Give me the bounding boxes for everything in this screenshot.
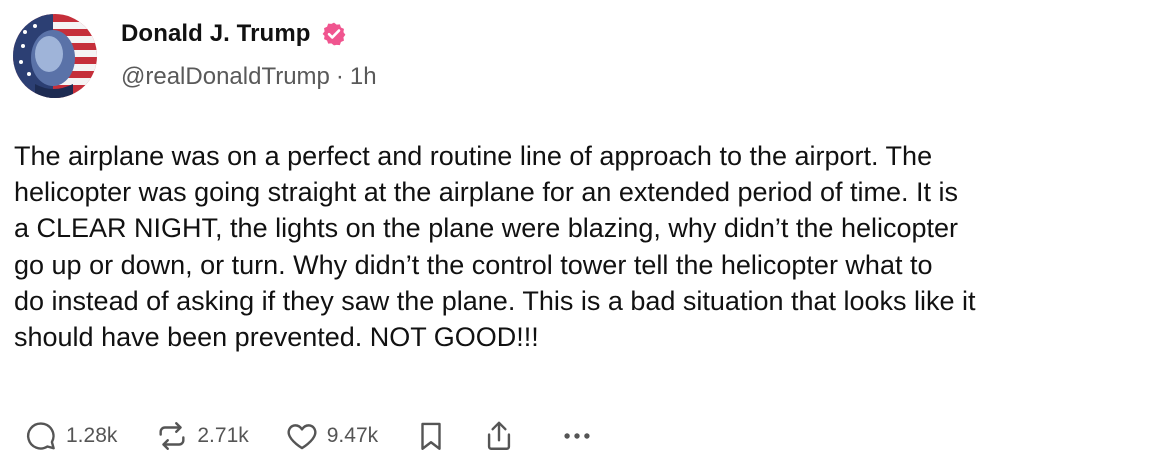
retruth-button[interactable]: 2.71k xyxy=(155,419,249,453)
meta-row: @realDonaldTrump · 1h xyxy=(121,63,377,91)
handle[interactable]: @realDonaldTrump xyxy=(121,63,330,91)
timestamp[interactable]: 1h xyxy=(350,63,377,91)
retruth-count: 2.71k xyxy=(197,424,249,447)
post-line: do instead of asking if they saw the pla… xyxy=(14,285,976,316)
meta-separator: · xyxy=(335,63,344,90)
display-name[interactable]: Donald J. Trump xyxy=(121,20,311,48)
retruth-icon xyxy=(159,422,185,450)
avatar[interactable] xyxy=(13,14,97,98)
post-line: The airplane was on a perfect and routin… xyxy=(14,141,933,171)
bookmark-button[interactable] xyxy=(416,419,446,453)
post-line: helicopter was going straight at the air… xyxy=(14,177,959,208)
bookmark-icon xyxy=(421,422,441,450)
share-button[interactable] xyxy=(482,419,516,453)
heart-icon xyxy=(287,424,317,450)
post-card: Donald J. Trump @realDonaldTrump · 1h Th… xyxy=(0,0,1167,476)
display-name-row: Donald J. Trump xyxy=(121,16,347,52)
avatar-image xyxy=(13,14,97,98)
post-line: go up or down, or turn. Why didn’t the c… xyxy=(14,249,933,280)
more-options-button[interactable] xyxy=(560,419,594,453)
like-count: 9.47k xyxy=(326,424,379,447)
post-line: a CLEAR NIGHT, the lights on the plane w… xyxy=(14,213,959,244)
share-icon xyxy=(488,421,511,450)
post-line: should have been prevented. NOT GOOD!!! xyxy=(14,322,539,353)
reply-button[interactable]: 1.28k xyxy=(24,419,117,453)
reply-count: 1.28k xyxy=(66,424,118,447)
like-button[interactable]: 9.47k xyxy=(285,419,378,453)
post-body: The airplane was on a perfect and routin… xyxy=(14,138,1159,355)
action-bar: 1.28k 2.71k 9.47k xyxy=(24,416,594,456)
verified-badge-icon xyxy=(321,21,347,47)
more-icon xyxy=(564,433,590,439)
reply-icon xyxy=(26,422,55,450)
